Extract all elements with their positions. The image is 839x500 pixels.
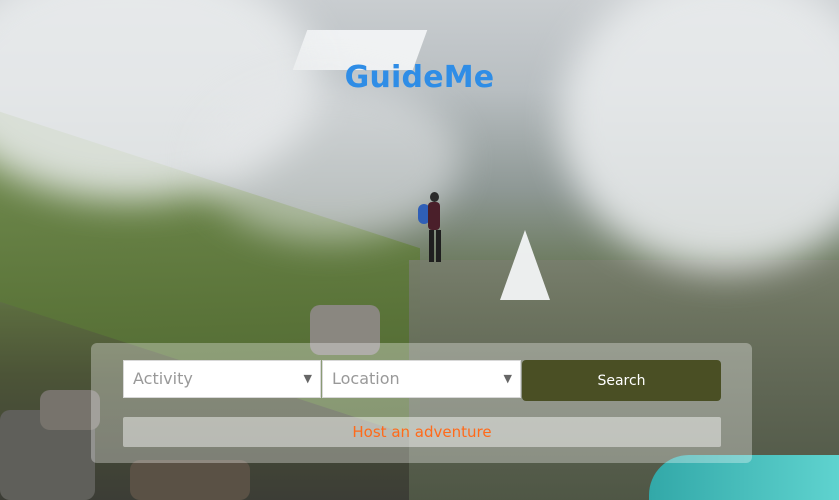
location-select[interactable]: Location ▼ xyxy=(322,360,521,398)
search-panel: Activity ▼ Location ▼ Search Host an adv… xyxy=(91,343,752,463)
chevron-down-icon: ▼ xyxy=(303,372,312,385)
brand-logo[interactable]: GuideMe xyxy=(0,60,839,95)
chevron-down-icon: ▼ xyxy=(503,372,512,385)
search-button[interactable]: Search xyxy=(522,360,721,401)
location-select-label: Location xyxy=(332,369,400,388)
boulder xyxy=(130,460,250,500)
hiker-figure xyxy=(416,190,452,272)
hero-background: GuideMe Activity ▼ Location ▼ Search Hos… xyxy=(0,0,839,500)
activity-select[interactable]: Activity ▼ xyxy=(123,360,321,398)
host-adventure-button[interactable]: Host an adventure xyxy=(123,417,721,447)
activity-select-label: Activity xyxy=(133,369,193,388)
fog xyxy=(560,0,839,270)
